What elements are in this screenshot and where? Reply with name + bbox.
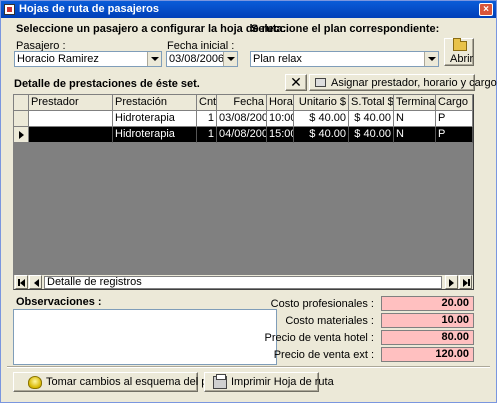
detail-heading: Detalle de prestaciones de éste set. [14, 78, 200, 90]
pasajero-value: Horacio Ramirez [17, 53, 99, 65]
title-bar[interactable]: Hojas de ruta de pasajeros × [1, 1, 496, 18]
row-selector[interactable] [14, 127, 29, 143]
assign-icon [315, 78, 326, 87]
last-record-icon[interactable] [459, 275, 472, 289]
app-icon [4, 4, 15, 15]
prev-record-icon[interactable] [29, 275, 42, 289]
pasajero-combo[interactable]: Horacio Ramirez [14, 51, 162, 67]
first-record-icon[interactable] [15, 275, 28, 289]
table-row-selected[interactable]: Hidroterapia 1 04/08/2006 15:00 $ 40.00 … [14, 127, 473, 143]
imprimir-button[interactable]: Imprimir Hoja de ruta [204, 372, 334, 392]
current-row-icon [19, 131, 24, 139]
col-stotal[interactable]: S.Total $ [349, 95, 394, 111]
plan-value: Plan relax [253, 53, 302, 65]
cell-terminado[interactable]: N [394, 111, 436, 127]
col-terminado[interactable]: Terminado [394, 95, 436, 111]
cell-hora[interactable]: 15:00 [267, 127, 294, 143]
cell-cnt[interactable]: 1 [197, 127, 217, 143]
plan-section-heading: Seleccione el plan correspondiente: [251, 23, 440, 35]
grid-header: Prestador Prestación Cnt. Fecha Hora Uni… [14, 95, 473, 111]
cell-prestacion[interactable]: Hidroterapia [113, 127, 197, 143]
table-row[interactable]: Hidroterapia 1 03/08/2006 10:00 $ 40.00 … [14, 111, 473, 127]
observaciones-label: Observaciones : [16, 296, 102, 308]
col-prestacion[interactable]: Prestación [113, 95, 197, 111]
tomar-cambios-button[interactable]: Tomar cambios al esquema del pasajero [13, 372, 244, 392]
cell-fecha[interactable]: 04/08/2006 [217, 127, 267, 143]
cell-terminado[interactable]: N [394, 127, 436, 143]
cell-stotal[interactable]: $ 40.00 [349, 127, 394, 143]
passenger-section-heading: Seleccione un pasajero a configurar la h… [16, 23, 287, 35]
costo-materiales-label: Costo materiales : [285, 315, 374, 327]
plan-combo[interactable]: Plan relax [250, 51, 439, 67]
row-selector[interactable] [14, 111, 29, 127]
cell-stotal[interactable]: $ 40.00 [349, 111, 394, 127]
folder-open-icon [453, 38, 467, 51]
close-button[interactable]: × [479, 3, 493, 16]
printer-icon [213, 374, 227, 389]
cell-prestacion[interactable]: Hidroterapia [113, 111, 197, 127]
col-cargo[interactable]: Cargo [436, 95, 473, 111]
col-fecha[interactable]: Fecha [217, 95, 267, 111]
cell-fecha[interactable]: 03/08/2006 [217, 111, 267, 127]
costo-profesionales-label: Costo profesionales : [270, 298, 374, 310]
precio-venta-hotel-field[interactable]: 80.00 [381, 330, 474, 345]
cell-unitario[interactable]: $ 40.00 [294, 111, 349, 127]
hojas-de-ruta-window: Hojas de ruta de pasajeros × Seleccione … [0, 0, 497, 403]
abrir-label: Abrir [450, 53, 474, 65]
record-navigator: Detalle de registros [14, 274, 473, 289]
chevron-down-icon[interactable] [223, 52, 237, 66]
precio-venta-ext-label: Precio de venta ext : [273, 349, 374, 361]
header-selector [14, 95, 29, 111]
divider [7, 366, 490, 368]
cell-prestador[interactable] [29, 111, 113, 127]
chevron-down-icon[interactable] [424, 52, 438, 66]
chevron-down-icon[interactable] [147, 52, 161, 66]
delete-button[interactable]: ✕ [285, 74, 307, 91]
costo-profesionales-field[interactable]: 20.00 [381, 296, 474, 311]
col-prestador[interactable]: Prestador [29, 95, 113, 111]
cell-unitario[interactable]: $ 40.00 [294, 127, 349, 143]
cell-hora[interactable]: 10:00 [267, 111, 294, 127]
precio-venta-hotel-label: Precio de venta hotel : [264, 332, 374, 344]
cell-cargo[interactable]: P [436, 127, 473, 143]
cell-cnt[interactable]: 1 [197, 111, 217, 127]
precio-venta-ext-field[interactable]: 120.00 [381, 347, 474, 362]
costo-materiales-field[interactable]: 10.00 [381, 313, 474, 328]
navigator-text: Detalle de registros [44, 276, 442, 289]
abrir-button[interactable]: Abrir [444, 38, 474, 66]
cell-prestador[interactable] [29, 127, 113, 143]
col-cnt[interactable]: Cnt. [197, 95, 217, 111]
window-title: Hojas de ruta de pasajeros [19, 3, 159, 15]
fecha-inicial-value: 03/08/2006 [169, 53, 225, 65]
prestaciones-grid[interactable]: Prestador Prestación Cnt. Fecha Hora Uni… [13, 94, 474, 290]
assign-button[interactable]: Asignar prestador, horario y cargo... [309, 74, 497, 91]
next-record-icon[interactable] [445, 275, 458, 289]
fecha-inicial-combo[interactable]: 03/08/2006 [166, 51, 238, 67]
assign-label: Asignar prestador, horario y cargo... [331, 77, 497, 89]
lightbulb-icon [28, 376, 42, 389]
cell-cargo[interactable]: P [436, 111, 473, 127]
col-hora[interactable]: Hora [267, 95, 294, 111]
imprimir-label: Imprimir Hoja de ruta [231, 376, 334, 388]
col-unitario[interactable]: Unitario $ [294, 95, 349, 111]
